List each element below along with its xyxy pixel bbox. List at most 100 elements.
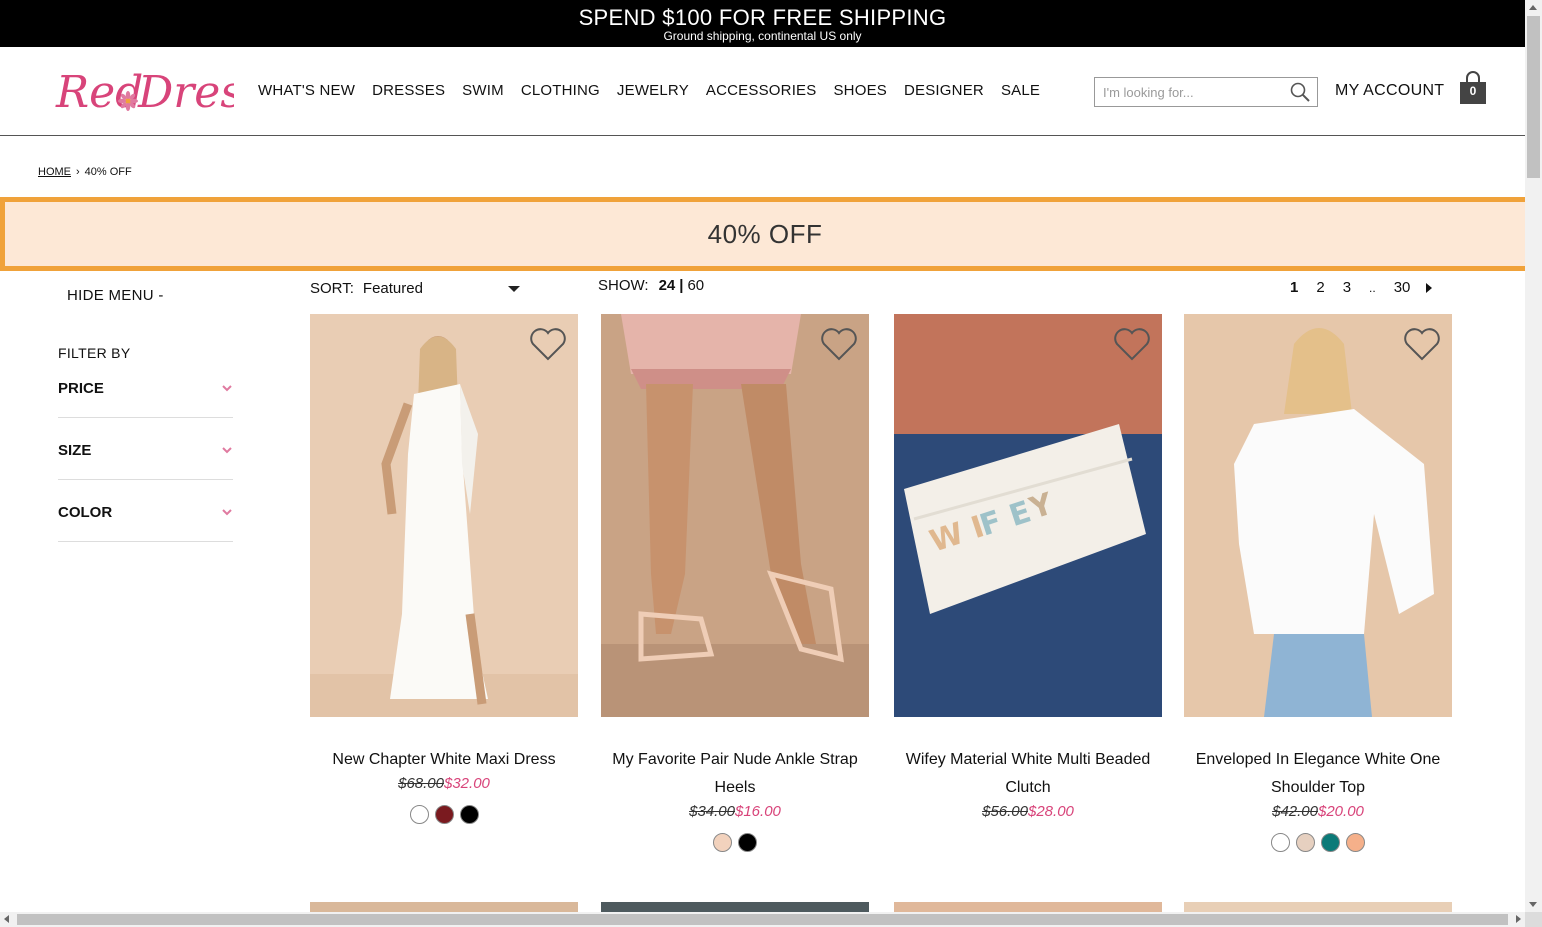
facet-color[interactable]: COLOR	[58, 502, 233, 542]
show-label: SHOW:	[598, 277, 649, 294]
breadcrumb-current: 40% OFF	[84, 166, 132, 178]
color-swatches	[1184, 833, 1452, 852]
nav-clothing[interactable]: CLOTHING	[521, 82, 600, 99]
promo-subline: Ground shipping, continental US only	[663, 29, 862, 43]
scroll-up-icon[interactable]	[1529, 5, 1537, 10]
page-ellipsis: ..	[1369, 280, 1376, 295]
show-per-page: SHOW: 24 | 60	[598, 277, 704, 294]
product-card[interactable]: Enveloped In Elegance White One Shoulder…	[1184, 314, 1452, 852]
site-header: Red Dress WHAT'S NEW DRESSES SWIM CLOTHI…	[0, 47, 1525, 136]
swatch-white[interactable]	[409, 805, 429, 824]
product-price: $56.00$28.00	[894, 803, 1162, 820]
heart-icon[interactable]	[1112, 326, 1152, 362]
show-60-option[interactable]: 60	[687, 277, 704, 294]
color-swatches	[601, 833, 869, 852]
nav-accessories[interactable]: ACCESSORIES	[706, 82, 817, 99]
facet-label: SIZE	[58, 442, 92, 459]
breadcrumb-separator: ›	[76, 166, 80, 178]
original-price: $56.00	[982, 803, 1028, 820]
swatch-white[interactable]	[1271, 833, 1290, 852]
facet-label: PRICE	[58, 380, 104, 397]
brand-logo[interactable]: Red Dress	[54, 57, 234, 125]
search-icon[interactable]	[1289, 81, 1311, 103]
next-row-image[interactable]	[1184, 902, 1452, 912]
page-2[interactable]: 2	[1316, 279, 1324, 296]
product-name[interactable]: My Favorite Pair Nude Ankle Strap Heels	[601, 746, 869, 802]
vertical-scrollbar[interactable]	[1525, 0, 1542, 912]
sort-select[interactable]: SORT: Featured	[310, 280, 520, 297]
product-image[interactable]	[601, 314, 869, 717]
category-banner: 40% OFF	[0, 197, 1525, 271]
caret-down-icon	[507, 285, 520, 292]
swatch-champagne[interactable]	[1296, 833, 1315, 852]
next-row-image[interactable]	[310, 902, 578, 912]
scroll-right-icon[interactable]	[1516, 915, 1521, 923]
cart-button[interactable]: 0	[1458, 71, 1488, 105]
nav-swim[interactable]: SWIM	[462, 82, 504, 99]
search-box	[1094, 77, 1318, 107]
search-input[interactable]	[1103, 79, 1289, 105]
scroll-down-icon[interactable]	[1529, 902, 1537, 907]
product-image[interactable]	[1184, 314, 1452, 717]
logo-red: Red	[55, 67, 143, 118]
facet-price[interactable]: PRICE	[58, 378, 233, 418]
promo-bar: SPEND $100 FOR FREE SHIPPING Ground ship…	[0, 0, 1525, 47]
show-24-option[interactable]: 24	[659, 277, 676, 294]
hide-menu-toggle[interactable]: HIDE MENU -	[67, 287, 164, 304]
product-image[interactable]	[310, 314, 578, 717]
heart-icon[interactable]	[1402, 326, 1442, 362]
page-1[interactable]: 1	[1290, 279, 1298, 296]
swatch-black[interactable]	[459, 805, 479, 824]
next-page-icon[interactable]	[1426, 282, 1433, 293]
product-card[interactable]: W I F E Y Wifey Material White Multi Bea…	[894, 314, 1162, 820]
product-card[interactable]: My Favorite Pair Nude Ankle Strap Heels …	[601, 314, 869, 852]
original-price: $34.00	[689, 803, 735, 820]
nav-dresses[interactable]: DRESSES	[372, 82, 445, 99]
main-nav: WHAT'S NEW DRESSES SWIM CLOTHING JEWELRY…	[258, 82, 1040, 99]
product-card[interactable]: New Chapter White Maxi Dress $68.00$32.0…	[310, 314, 578, 824]
scroll-left-icon[interactable]	[4, 915, 9, 923]
swatch-teal[interactable]	[1321, 833, 1340, 852]
next-row-image[interactable]	[601, 902, 869, 912]
scroll-thumb[interactable]	[1527, 16, 1540, 178]
facet-size[interactable]: SIZE	[58, 440, 233, 480]
scroll-thumb[interactable]	[17, 914, 1508, 925]
scrollbar-corner	[1525, 912, 1542, 927]
page-30[interactable]: 30	[1394, 279, 1411, 296]
horizontal-scrollbar[interactable]	[0, 912, 1525, 927]
swatch-black[interactable]	[738, 833, 757, 852]
heart-icon[interactable]	[819, 326, 859, 362]
show-separator: |	[679, 277, 684, 294]
original-price: $42.00	[1272, 803, 1318, 820]
cart-count: 0	[1469, 84, 1477, 98]
nav-sale[interactable]: SALE	[1001, 82, 1040, 99]
nav-designer[interactable]: DESIGNER	[904, 82, 984, 99]
product-name[interactable]: Wifey Material White Multi Beaded Clutch	[894, 746, 1162, 802]
swatch-peach[interactable]	[1346, 833, 1365, 852]
sale-price: $32.00	[444, 775, 490, 792]
page-3[interactable]: 3	[1343, 279, 1351, 296]
sale-price: $28.00	[1028, 803, 1074, 820]
heart-icon[interactable]	[528, 326, 568, 362]
nav-whats-new[interactable]: WHAT'S NEW	[258, 82, 355, 99]
sort-label: SORT:	[310, 280, 354, 297]
logo-dress: Dress	[137, 67, 234, 118]
filter-by-heading: FILTER BY	[58, 345, 131, 361]
promo-headline: SPEND $100 FOR FREE SHIPPING	[578, 5, 947, 30]
chevron-down-icon	[222, 447, 232, 454]
product-image[interactable]: W I F E Y	[894, 314, 1162, 717]
nav-jewelry[interactable]: JEWELRY	[617, 82, 689, 99]
swatch-burgundy[interactable]	[434, 805, 454, 824]
product-name[interactable]: New Chapter White Maxi Dress	[310, 746, 578, 774]
my-account-link[interactable]: MY ACCOUNT	[1335, 82, 1444, 100]
product-name[interactable]: Enveloped In Elegance White One Shoulder…	[1184, 746, 1452, 802]
swatch-nude[interactable]	[713, 833, 732, 852]
sale-price: $20.00	[1318, 803, 1364, 820]
original-price: $68.00	[398, 775, 444, 792]
next-row-image[interactable]	[894, 902, 1162, 912]
nav-shoes[interactable]: SHOES	[833, 82, 887, 99]
chevron-down-icon	[222, 509, 232, 516]
breadcrumb-home[interactable]: HOME	[38, 166, 71, 178]
product-price: $34.00$16.00	[601, 803, 869, 820]
color-swatches	[310, 805, 578, 824]
